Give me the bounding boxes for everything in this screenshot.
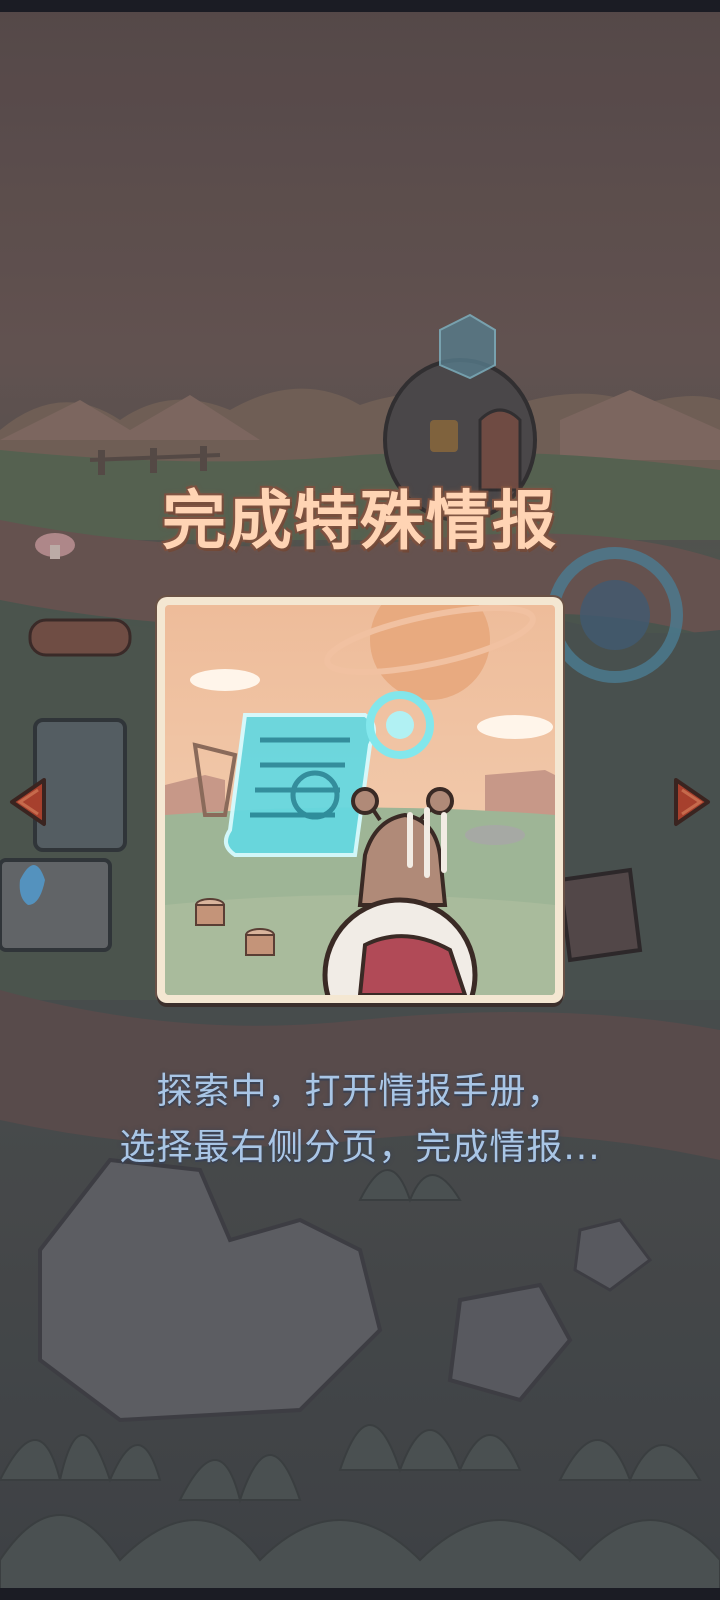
description-line-2: 选择最右侧分页，完成情报... xyxy=(119,1127,601,1168)
triangle-left-icon xyxy=(10,778,46,826)
next-page-button[interactable] xyxy=(672,774,714,830)
status-bar xyxy=(0,0,720,12)
triangle-right-icon xyxy=(674,778,710,826)
tutorial-image-card xyxy=(157,597,563,1003)
previous-page-button[interactable] xyxy=(6,774,48,830)
tutorial-illustration xyxy=(165,605,555,995)
navigation-bar xyxy=(0,1588,720,1600)
description-line-1: 探索中，打开情报手册， xyxy=(156,1071,564,1112)
page-title: 完成特殊情报 xyxy=(162,485,558,559)
